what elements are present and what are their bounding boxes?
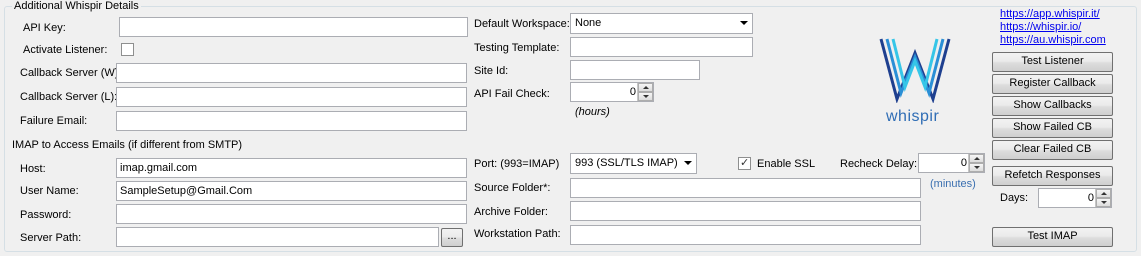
recheck-delay-label: Recheck Delay: [840, 158, 918, 170]
source-folder-label: Source Folder*: [474, 182, 551, 194]
group-title: Additional Whispir Details [12, 0, 141, 12]
workstation-path-label: Workstation Path: [474, 228, 561, 240]
activate-listener-checkbox[interactable] [121, 43, 134, 56]
callback-l-label: Callback Server (L): [20, 91, 118, 103]
spinner-buttons [1095, 189, 1111, 207]
site-id-field[interactable] [570, 60, 700, 80]
api-key-field[interactable] [119, 17, 468, 37]
password-label: Password: [20, 209, 72, 221]
server-path-field[interactable] [116, 227, 439, 247]
days-label: Days: [1000, 192, 1029, 204]
api-fail-check-label: API Fail Check: [474, 88, 550, 100]
enable-ssl-label: Enable SSL [757, 158, 816, 170]
port-value: 993 (SSL/TLS IMAP) [575, 157, 678, 169]
default-workspace-value: None [575, 17, 602, 29]
link-whispir-io[interactable]: https://whispir.io/ [1000, 21, 1081, 34]
spinner-up-icon[interactable] [969, 154, 984, 163]
link-au-whispir[interactable]: https://au.whispir.com [1000, 34, 1106, 47]
days-spinner[interactable]: 0 [1038, 188, 1112, 208]
callback-l-field[interactable] [116, 87, 467, 107]
minutes-hint: (minutes) [930, 178, 976, 190]
source-folder-field[interactable] [570, 178, 921, 198]
recheck-delay-value: 0 [960, 157, 967, 169]
recheck-delay-spinner[interactable]: 0 [918, 153, 985, 173]
days-value: 0 [1087, 192, 1094, 204]
spinner-up-icon[interactable] [638, 83, 653, 92]
user-name-field[interactable]: SampleSetup@Gmail.Com [116, 181, 467, 201]
port-label: Port: (993=IMAP) [474, 158, 560, 170]
host-label: Host: [20, 163, 46, 175]
activate-listener-label: Activate Listener: [23, 44, 108, 56]
host-field[interactable]: imap.gmail.com [116, 158, 467, 178]
api-fail-check-spinner[interactable]: 0 [570, 82, 654, 102]
failure-email-field[interactable] [116, 111, 467, 131]
show-failed-cb-button[interactable]: Show Failed CB [992, 118, 1113, 138]
api-key-label: API Key: [23, 22, 66, 34]
archive-folder-field[interactable] [570, 201, 921, 221]
password-field[interactable] [116, 204, 467, 224]
hours-hint: (hours) [575, 106, 610, 118]
server-path-label: Server Path: [20, 232, 82, 244]
site-id-label: Site Id: [474, 65, 509, 77]
failure-email-label: Failure Email: [20, 115, 88, 127]
callback-w-field[interactable] [116, 63, 467, 83]
browse-button[interactable]: ... [441, 228, 463, 247]
test-imap-button[interactable]: Test IMAP [992, 227, 1113, 247]
refetch-responses-button[interactable]: Refetch Responses [992, 166, 1113, 186]
testing-template-label: Testing Template: [474, 42, 560, 54]
whispir-logo-icon [879, 38, 951, 103]
register-callback-button[interactable]: Register Callback [992, 74, 1113, 94]
default-workspace-select[interactable]: None [570, 13, 753, 34]
show-callbacks-button[interactable]: Show Callbacks [992, 96, 1113, 116]
port-select[interactable]: 993 (SSL/TLS IMAP) [570, 153, 697, 174]
testing-template-field[interactable] [570, 37, 753, 57]
spinner-down-icon[interactable] [969, 163, 984, 172]
spinner-down-icon[interactable] [638, 92, 653, 101]
test-listener-button[interactable]: Test Listener [992, 52, 1113, 72]
default-workspace-label: Default Workspace: [474, 18, 570, 30]
spinner-up-icon[interactable] [1096, 189, 1111, 198]
spinner-down-icon[interactable] [1096, 198, 1111, 207]
user-name-label: User Name: [20, 185, 79, 197]
callback-w-label: Callback Server (W) [20, 67, 119, 79]
archive-folder-label: Archive Folder: [474, 206, 548, 218]
chevron-down-icon [740, 21, 748, 25]
api-fail-check-value: 0 [629, 86, 636, 98]
enable-ssl-checkbox[interactable] [738, 156, 751, 170]
workstation-path-field[interactable] [570, 225, 921, 245]
imap-section-title: IMAP to Access Emails (if different from… [12, 139, 243, 151]
chevron-down-icon [684, 161, 692, 165]
whispir-logo-text: whispir [886, 108, 940, 125]
link-app-whispir[interactable]: https://app.whispir.it/ [1000, 8, 1100, 21]
spinner-buttons [637, 83, 653, 101]
clear-failed-cb-button[interactable]: Clear Failed CB [992, 140, 1113, 160]
spinner-buttons [968, 154, 984, 172]
